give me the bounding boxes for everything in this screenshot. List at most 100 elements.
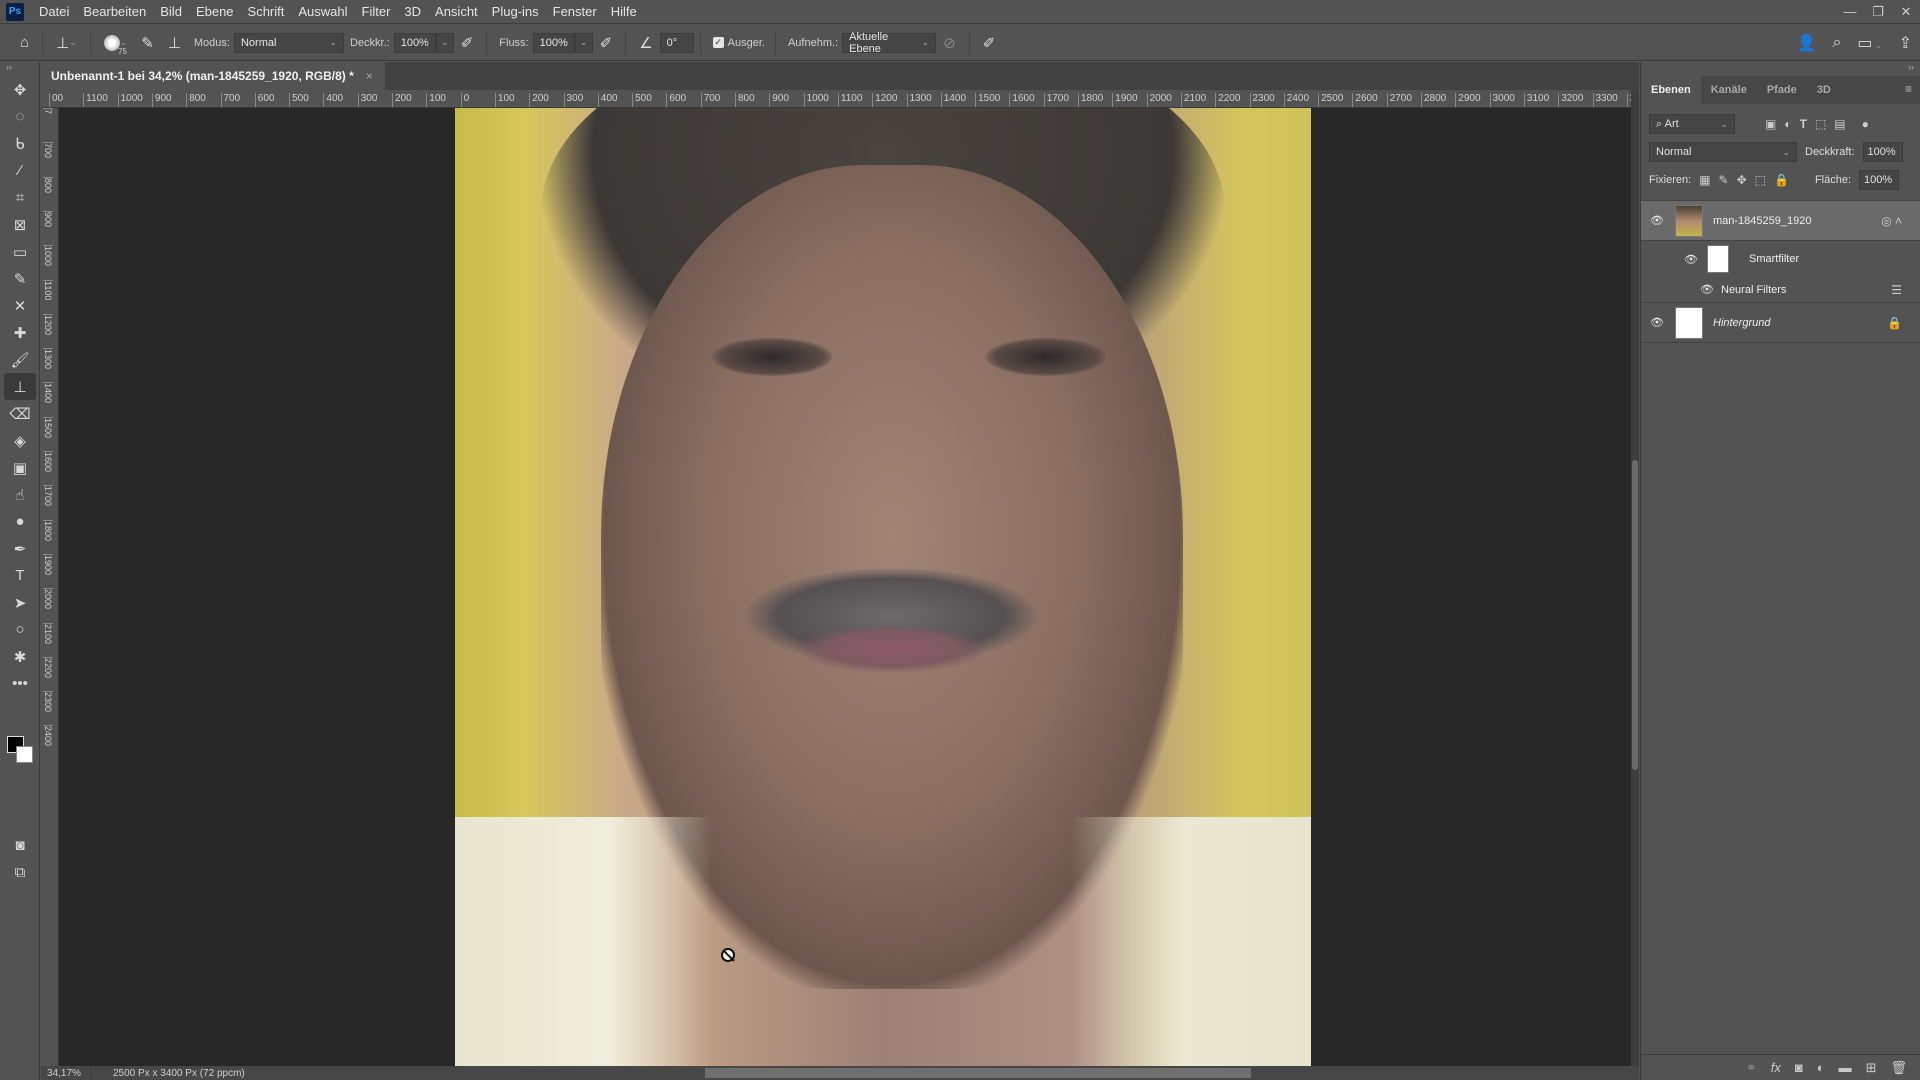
menu-ebene[interactable]: Ebene	[189, 0, 241, 24]
menu-plugins[interactable]: Plug-ins	[485, 0, 546, 24]
tab-kanaele[interactable]: Kanäle	[1701, 76, 1757, 104]
canvas-area[interactable]	[59, 108, 1631, 1066]
frame-tool-icon[interactable]: ⊠	[0, 211, 40, 238]
blend-mode-select[interactable]: Normal ⌄	[1649, 142, 1797, 162]
filter-blending-options-icon[interactable]: ☰	[1891, 283, 1902, 297]
link-layers-icon[interactable]: ⚭	[1746, 1060, 1757, 1076]
lock-transparent-icon[interactable]: ▦	[1699, 173, 1710, 187]
eraser-tool-icon[interactable]: ⌫	[0, 400, 40, 427]
angle-field[interactable]: 0°	[659, 32, 694, 53]
visibility-eye-icon[interactable]: 👁	[1697, 283, 1717, 296]
flow-field[interactable]: 100%	[532, 32, 575, 53]
filter-smart-object-icon[interactable]: ▤	[1834, 117, 1845, 131]
delete-layer-icon[interactable]: 🗑	[1890, 1060, 1907, 1076]
vertical-ruler[interactable]: 7 700 800 900 1000 1100 1200 1300 1400 1500 1600 17…	[41, 108, 59, 1066]
menu-datei[interactable]: Datei	[32, 0, 76, 24]
pressure-opacity-icon[interactable]: ✐	[461, 34, 474, 52]
content-aware-move-tool-icon[interactable]: ✕	[0, 292, 40, 319]
filter-toggle[interactable]: ●	[1862, 117, 1869, 131]
clone-source-icon[interactable]: ⊥	[168, 34, 181, 52]
filter-adjustment-icon[interactable]: ◐	[1784, 117, 1791, 131]
menu-schrift[interactable]: Schrift	[241, 0, 292, 24]
visibility-eye-icon[interactable]: 👁	[1647, 316, 1667, 329]
lock-position-icon[interactable]: ✥	[1737, 173, 1747, 187]
workspace-icon[interactable]: ▭ ⌄	[1857, 33, 1882, 53]
horizontal-ruler[interactable]: 00 1100 1000 900 800 700 600 500 400 300 200 100 0 10…	[41, 90, 1639, 108]
horizontal-scrollbar[interactable]	[291, 1068, 1621, 1078]
layer-filter-select[interactable]: ⌕ Art ⌄	[1649, 114, 1735, 134]
screen-mode-icon[interactable]: ⧉	[0, 859, 40, 886]
tab-ebenen[interactable]: Ebenen	[1641, 76, 1701, 104]
healing-brush-tool-icon[interactable]: ✚	[0, 319, 40, 346]
filter-shape-icon[interactable]: ⬚	[1815, 117, 1826, 131]
layer-style-fx-icon[interactable]: fx	[1771, 1060, 1781, 1075]
smart-filter-row[interactable]: 👁 Smartfilter	[1641, 241, 1920, 277]
restore-button[interactable]: ❐	[1864, 0, 1892, 24]
dodge-tool-icon[interactable]: ●	[0, 508, 40, 535]
collapse-toolbar-icon[interactable]: ››	[0, 62, 39, 76]
ruler-tool-icon[interactable]: ▭	[0, 238, 40, 265]
opacity-field[interactable]: 100%	[393, 32, 436, 53]
adjustment-layer-icon[interactable]: ◐	[1817, 1060, 1825, 1075]
tab-pfade[interactable]: Pfade	[1757, 76, 1807, 104]
lock-all-icon[interactable]: 🔒	[1774, 173, 1789, 187]
layer-fill-field[interactable]: 100%	[1859, 170, 1900, 190]
vertical-scrollbar[interactable]	[1631, 90, 1639, 1066]
minimize-button[interactable]: —	[1836, 0, 1864, 24]
airbrush-icon[interactable]: ✐	[600, 34, 613, 52]
background-color-swatch[interactable]	[16, 746, 33, 763]
share-icon[interactable]: ⇪	[1899, 33, 1912, 53]
path-selection-tool-icon[interactable]: ➤	[0, 589, 40, 616]
visibility-eye-icon[interactable]: 👁	[1681, 253, 1701, 266]
pen-tool-icon[interactable]: ✒	[0, 535, 40, 562]
new-layer-icon[interactable]: ⊞	[1866, 1060, 1877, 1076]
filter-pixel-icon[interactable]: ▣	[1765, 117, 1776, 131]
menu-bearbeiten[interactable]: Bearbeiten	[76, 0, 153, 24]
home-icon[interactable]: ⌂	[20, 34, 29, 51]
tab-3d[interactable]: 3D	[1807, 76, 1841, 104]
aligned-checkbox[interactable]: ✓	[712, 37, 724, 48]
move-tool-icon[interactable]: ✥	[0, 76, 40, 103]
ignore-adjustment-layers-icon[interactable]: ⊘	[943, 34, 956, 52]
crop-tool-icon[interactable]: ⌗	[0, 184, 40, 211]
tool-preset-picker[interactable]: ⊥ ⌄	[56, 34, 77, 52]
search-icon[interactable]: ⌕	[1832, 34, 1841, 52]
eyedropper-tool-icon[interactable]: ✎	[0, 265, 40, 292]
layer-opacity-field[interactable]: 100%	[1862, 142, 1903, 162]
add-mask-icon[interactable]: ◙	[1795, 1060, 1803, 1075]
menu-bild[interactable]: Bild	[153, 0, 189, 24]
marquee-tool-icon[interactable]: ◌	[0, 103, 40, 130]
brush-tool-icon[interactable]: 🖌	[0, 346, 40, 373]
panel-menu-icon[interactable]: ≡	[1905, 82, 1912, 96]
magic-wand-tool-icon[interactable]: ⁄	[0, 157, 40, 184]
pressure-size-icon[interactable]: ✐	[983, 34, 996, 52]
mode-select[interactable]: Normal ⌄	[233, 32, 344, 53]
lock-artboard-icon[interactable]: ⬚	[1755, 173, 1766, 187]
lasso-tool-icon[interactable]: ᑲ	[0, 130, 40, 157]
more-tools-icon[interactable]: •••	[0, 670, 40, 697]
zoom-level[interactable]: 34,17%	[41, 1067, 91, 1079]
filter-row[interactable]: 👁 Neural Filters ☰	[1641, 277, 1920, 303]
menu-auswahl[interactable]: Auswahl	[291, 0, 354, 24]
gradient-tool-icon[interactable]: ▣	[0, 454, 40, 481]
menu-filter[interactable]: Filter	[355, 0, 398, 24]
brush-settings-icon[interactable]: ✎	[141, 34, 154, 52]
flow-dropdown[interactable]: ⌄	[574, 32, 593, 53]
quick-mask-icon[interactable]: ◙	[0, 832, 40, 859]
menu-hilfe[interactable]: Hilfe	[604, 0, 644, 24]
smudge-tool-icon[interactable]: ☝	[0, 481, 40, 508]
close-document-icon[interactable]: ×	[366, 69, 373, 83]
paint-bucket-tool-icon[interactable]: ◈	[0, 427, 40, 454]
custom-shape-tool-icon[interactable]: ✱	[0, 643, 40, 670]
ellipse-tool-icon[interactable]: ○	[0, 616, 40, 643]
menu-ansicht[interactable]: Ansicht	[428, 0, 485, 24]
lock-image-icon[interactable]: ✎	[1719, 173, 1729, 187]
document-tab[interactable]: Unbenannt-1 bei 34,2% (man-1845259_1920,…	[41, 62, 385, 90]
opacity-dropdown[interactable]: ⌄	[435, 32, 454, 53]
horizontal-scroll-thumb[interactable]	[705, 1068, 1251, 1078]
menu-3d[interactable]: 3D	[397, 0, 428, 24]
filter-type-icon[interactable]: T	[1800, 117, 1807, 131]
layer-row[interactable]: 👁 man-1845259_1920 ◎ ˄	[1641, 201, 1920, 241]
menu-fenster[interactable]: Fenster	[546, 0, 604, 24]
collapse-panels-icon[interactable]: ››	[1641, 62, 1920, 76]
